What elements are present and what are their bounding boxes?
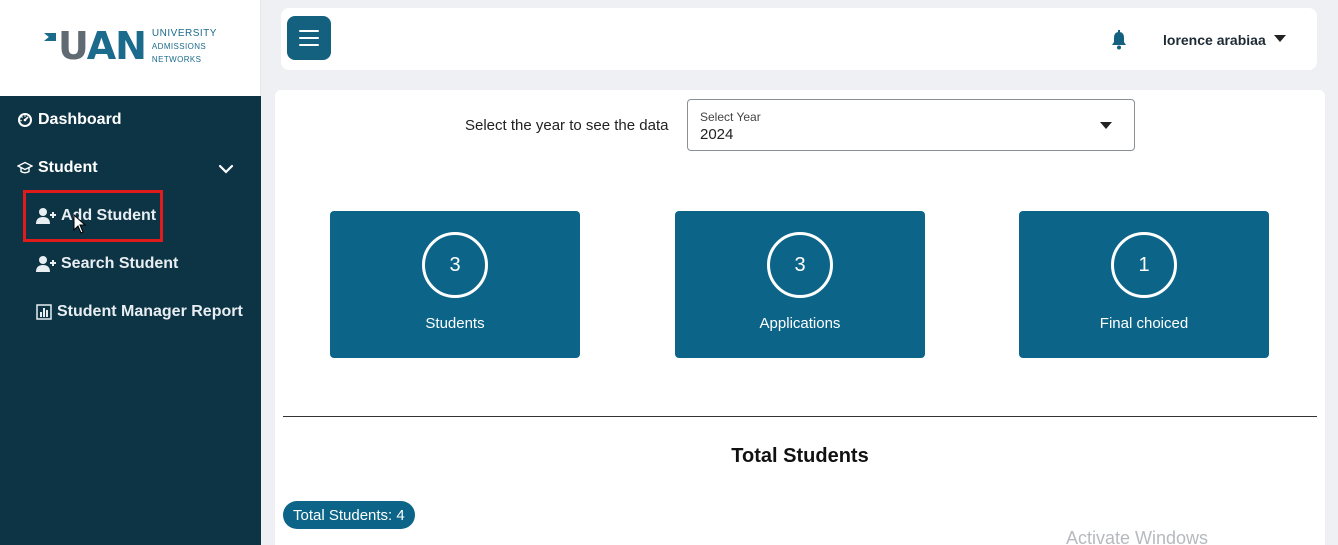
- dashboard-gauge-icon: [16, 111, 34, 129]
- caret-down-icon[interactable]: [1274, 35, 1286, 42]
- windows-watermark: Activate Windows: [1066, 528, 1209, 545]
- mouse-cursor-icon: [73, 214, 87, 234]
- logo-line-2: ADMISSIONS: [151, 41, 207, 51]
- stat-card-applications[interactable]: 3 Applications: [675, 211, 925, 358]
- top-bar: lorence arabiaa: [281, 8, 1317, 70]
- sidebar-item-add-student[interactable]: Add Student: [36, 202, 156, 230]
- main-content: Select the year to see the data Select Y…: [275, 90, 1325, 545]
- user-plus-icon: [36, 255, 58, 273]
- sidebar-item-search-student-label: Search Student: [61, 255, 179, 272]
- logo-line-1: UNIVERSITY: [151, 27, 217, 39]
- year-select-value: 2024: [700, 126, 734, 143]
- logo-flag-icon: [44, 33, 56, 41]
- logo-letters: UAN: [58, 24, 147, 68]
- caret-down-icon: [1100, 122, 1112, 129]
- year-select-label: Select Year: [700, 110, 761, 124]
- stat-card-students[interactable]: 3 Students: [330, 211, 580, 358]
- stat-label: Students: [425, 315, 485, 332]
- logo[interactable]: UAN UNIVERSITY ADMISSIONS NETWORKS: [44, 24, 217, 68]
- year-select[interactable]: Select Year 2024: [687, 99, 1135, 151]
- divider: [283, 416, 1317, 417]
- bell-icon[interactable]: [1110, 30, 1128, 50]
- graduation-cap-icon: [16, 159, 34, 177]
- hamburger-menu-icon: [299, 30, 319, 32]
- stat-card-final-choiced[interactable]: 1 Final choiced: [1019, 211, 1269, 358]
- logo-area: UAN UNIVERSITY ADMISSIONS NETWORKS: [0, 0, 261, 96]
- sidebar-item-search-student[interactable]: Search Student: [36, 250, 178, 278]
- section-title: Total Students: [731, 445, 869, 467]
- stat-value: 3: [422, 232, 488, 298]
- sidebar-item-student-manager-report-label: Student Manager Report: [57, 303, 243, 320]
- logo-text: UNIVERSITY ADMISSIONS NETWORKS: [152, 27, 217, 66]
- chevron-down-icon[interactable]: [217, 160, 235, 178]
- stat-label: Applications: [759, 315, 841, 332]
- sidebar-item-student-label: Student: [38, 159, 98, 176]
- sidebar-item-dashboard-label: Dashboard: [38, 111, 122, 128]
- total-students-badge: Total Students: 4: [283, 501, 415, 529]
- sidebar-item-dashboard[interactable]: Dashboard: [16, 106, 122, 134]
- sidebar: UAN UNIVERSITY ADMISSIONS NETWORKS Dashb…: [0, 0, 261, 545]
- stat-value: 3: [767, 232, 833, 298]
- user-name[interactable]: lorence arabiaa: [1163, 32, 1266, 48]
- sidebar-item-student[interactable]: Student: [16, 154, 98, 182]
- hamburger-menu-button[interactable]: [287, 16, 331, 60]
- sidebar-item-student-manager-report[interactable]: Student Manager Report: [36, 298, 243, 326]
- logo-line-3: NETWORKS: [151, 54, 202, 64]
- stat-value: 1: [1111, 232, 1177, 298]
- stat-label: Final choiced: [1099, 315, 1189, 332]
- bar-chart-icon: [36, 303, 54, 321]
- user-plus-icon: [36, 207, 58, 225]
- year-prompt: Select the year to see the data: [465, 117, 669, 134]
